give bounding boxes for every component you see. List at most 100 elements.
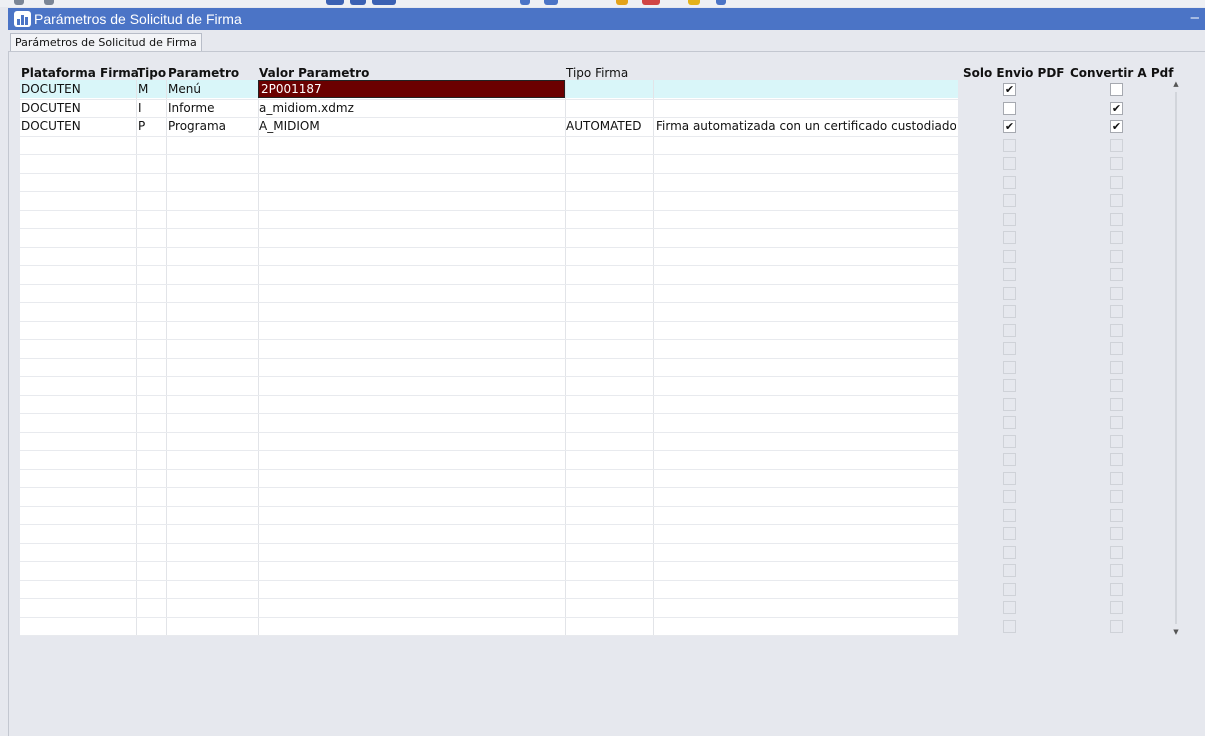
checkbox-convertir-pdf[interactable]	[1110, 342, 1123, 355]
checkbox-solo-envio-pdf[interactable]	[1003, 305, 1016, 318]
minimize-button[interactable]: –	[1191, 9, 1199, 27]
checkbox-solo-envio-pdf[interactable]	[1003, 471, 1016, 485]
scroll-up-icon[interactable]: ▲	[1170, 80, 1182, 88]
cell-descripcion[interactable]	[656, 99, 956, 117]
column-header-parametro[interactable]: Parametro	[168, 66, 239, 80]
checkbox-solo-envio-pdf[interactable]	[1003, 508, 1016, 522]
checkbox-convertir-pdf[interactable]	[1110, 582, 1123, 596]
cell-parametro[interactable]: Programa	[168, 117, 226, 135]
checkbox-convertir-pdf[interactable]	[1110, 416, 1123, 429]
checkbox-convertir-pdf[interactable]	[1110, 508, 1123, 522]
checkbox-solo-envio-pdf[interactable]	[1003, 582, 1016, 596]
cell-plataforma[interactable]: DOCUTEN	[21, 99, 81, 117]
checkbox-solo-envio-pdf[interactable]	[1003, 249, 1016, 263]
tab-parametros[interactable]: Parámetros de Solicitud de Firma	[10, 33, 202, 52]
checkbox-convertir-pdf[interactable]	[1110, 564, 1123, 577]
checkbox-solo-envio-pdf[interactable]: ✔	[1003, 83, 1016, 96]
checkbox-convertir-pdf[interactable]: ✔	[1110, 101, 1123, 115]
checkbox-solo-envio-pdf[interactable]: ✔	[1003, 120, 1016, 133]
checkbox-solo-envio-pdf[interactable]	[1003, 527, 1016, 540]
checkbox-solo-envio-pdf[interactable]	[1003, 342, 1016, 355]
cell-valor[interactable]: A_MIDIOM	[259, 117, 320, 135]
checkbox-convertir-pdf[interactable]	[1110, 231, 1123, 244]
checkbox-solo-envio-pdf[interactable]	[1003, 194, 1016, 207]
checkbox-solo-envio-pdf[interactable]	[1003, 453, 1016, 466]
cell-descripcion[interactable]	[656, 80, 956, 98]
checkbox-solo-envio-pdf[interactable]	[1003, 545, 1016, 559]
toolbar-icon-star[interactable]	[688, 0, 700, 5]
cell-descripcion[interactable]: Firma automatizada con un certificado cu…	[656, 117, 956, 135]
cell-parametro[interactable]: Menú	[168, 80, 201, 98]
toolbar-icon-save[interactable]	[544, 0, 558, 5]
checkbox-convertir-pdf[interactable]: ✔	[1110, 120, 1123, 133]
checkbox-solo-envio-pdf[interactable]	[1003, 416, 1016, 429]
checkbox-convertir-pdf[interactable]	[1110, 545, 1123, 559]
scroll-down-icon[interactable]: ▼	[1170, 628, 1182, 636]
toolbar-icon-down[interactable]	[520, 0, 530, 5]
checkbox-convertir-pdf[interactable]	[1110, 323, 1123, 337]
cell-plataforma[interactable]: DOCUTEN	[21, 117, 81, 135]
checkbox-solo-envio-pdf[interactable]	[1003, 601, 1016, 614]
checkbox-convertir-pdf[interactable]	[1110, 379, 1123, 392]
checkbox-convertir-pdf[interactable]	[1110, 490, 1123, 503]
cell-parametro[interactable]: Informe	[168, 99, 215, 117]
cell-tipo[interactable]: M	[138, 80, 148, 98]
cell-valor[interactable]: a_midiom.xdmz	[259, 99, 354, 117]
cell-plataforma[interactable]: DOCUTEN	[21, 80, 81, 98]
toolbar-icon-grid[interactable]	[326, 0, 344, 5]
checkbox-convertir-pdf[interactable]	[1110, 83, 1123, 96]
checkbox-convertir-pdf[interactable]	[1110, 212, 1123, 226]
checkbox-convertir-pdf[interactable]	[1110, 453, 1123, 466]
checkbox-convertir-pdf[interactable]	[1110, 268, 1123, 281]
checkbox-convertir-pdf[interactable]	[1110, 305, 1123, 318]
checkbox-solo-envio-pdf[interactable]	[1003, 212, 1016, 226]
checkbox-solo-envio-pdf[interactable]	[1003, 360, 1016, 374]
checkbox-solo-envio-pdf[interactable]	[1003, 175, 1016, 189]
checkbox-convertir-pdf[interactable]	[1110, 434, 1123, 448]
checkbox-solo-envio-pdf[interactable]	[1003, 490, 1016, 503]
toolbar-icon-refresh[interactable]	[350, 0, 366, 5]
checkbox-solo-envio-pdf[interactable]	[1003, 101, 1016, 115]
checkbox-convertir-pdf[interactable]	[1110, 619, 1123, 633]
cell-tipo[interactable]: P	[138, 117, 145, 135]
checkbox-solo-envio-pdf[interactable]	[1003, 268, 1016, 281]
checkbox-solo-envio-pdf[interactable]	[1003, 157, 1016, 170]
column-header-valor[interactable]: Valor Parametro	[259, 66, 369, 80]
column-header-plataforma[interactable]: Plataforma Firma	[21, 66, 139, 80]
checkbox-solo-envio-pdf[interactable]	[1003, 564, 1016, 577]
column-header-tipo-firma[interactable]: Tipo Firma	[566, 66, 628, 80]
checkbox-convertir-pdf[interactable]	[1110, 397, 1123, 411]
cell-tipo-firma[interactable]: AUTOMATED	[566, 117, 642, 135]
checkbox-solo-envio-pdf[interactable]	[1003, 231, 1016, 244]
toolbar-icon-folder[interactable]	[616, 0, 628, 5]
checkbox-convertir-pdf[interactable]	[1110, 249, 1123, 263]
checkbox-solo-envio-pdf[interactable]	[1003, 323, 1016, 337]
column-header-tipo[interactable]: Tipo	[137, 66, 166, 80]
checkbox-solo-envio-pdf[interactable]	[1003, 397, 1016, 411]
checkbox-solo-envio-pdf[interactable]	[1003, 286, 1016, 300]
cell-valor-selected[interactable]: 2P001187	[258, 80, 565, 98]
column-header-convertir-pdf[interactable]: Convertir A Pdf	[1070, 66, 1174, 80]
vertical-scrollbar[interactable]: ▲ ▼	[1170, 80, 1182, 636]
column-header-solo-envio-pdf[interactable]: Solo Envio PDF	[963, 66, 1064, 80]
checkbox-convertir-pdf[interactable]	[1110, 138, 1123, 152]
checkbox-convertir-pdf[interactable]	[1110, 194, 1123, 207]
scrollbar-track[interactable]	[1175, 92, 1177, 624]
checkbox-convertir-pdf[interactable]	[1110, 286, 1123, 300]
toolbar-icon-filter[interactable]	[642, 0, 660, 5]
toolbar-icon-back[interactable]	[14, 0, 24, 5]
checkbox-convertir-pdf[interactable]	[1110, 157, 1123, 170]
checkbox-solo-envio-pdf[interactable]	[1003, 138, 1016, 152]
checkbox-convertir-pdf[interactable]	[1110, 471, 1123, 485]
checkbox-convertir-pdf[interactable]	[1110, 601, 1123, 614]
checkbox-solo-envio-pdf[interactable]	[1003, 619, 1016, 633]
toolbar-icon-forward[interactable]	[44, 0, 54, 5]
checkbox-convertir-pdf[interactable]	[1110, 360, 1123, 374]
checkbox-solo-envio-pdf[interactable]	[1003, 434, 1016, 448]
cell-tipo[interactable]: I	[138, 99, 142, 117]
toolbar-icon-sync[interactable]	[372, 0, 396, 5]
checkbox-convertir-pdf[interactable]	[1110, 175, 1123, 189]
toolbar-icon-help[interactable]	[716, 0, 726, 5]
checkbox-convertir-pdf[interactable]	[1110, 527, 1123, 540]
checkbox-solo-envio-pdf[interactable]	[1003, 379, 1016, 392]
